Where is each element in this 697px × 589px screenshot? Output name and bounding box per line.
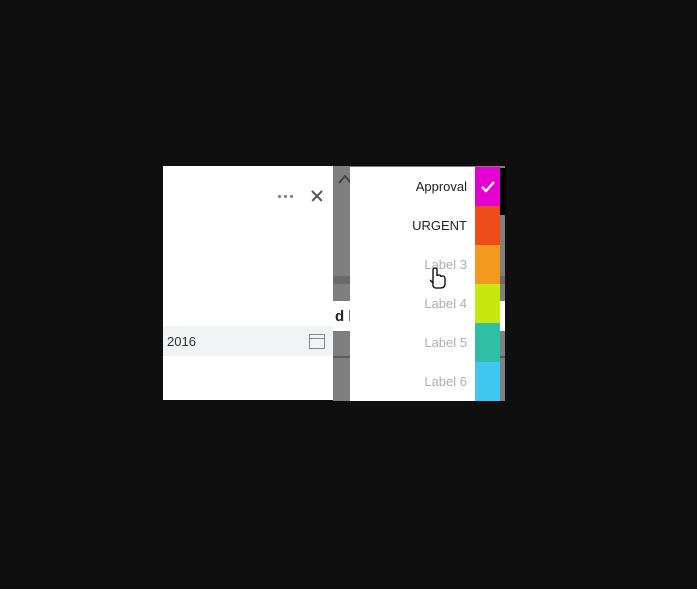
label-option-4[interactable]: Label 4 [350, 284, 475, 323]
label-option-3[interactable]: Label 3 [350, 245, 475, 284]
label-option-6[interactable]: Label 6 [350, 362, 475, 401]
calendar-icon [309, 334, 325, 349]
detail-panel: 2016 [163, 166, 333, 400]
label-swatch [475, 323, 500, 362]
label-swatch [475, 206, 500, 245]
label-swatch [475, 245, 500, 284]
label-option-text: URGENT [412, 218, 467, 233]
date-field[interactable]: 2016 [163, 326, 333, 356]
label-option-text: Label 3 [424, 257, 467, 272]
label-option-urgent[interactable]: URGENT [350, 206, 475, 245]
label-swatch [475, 284, 500, 323]
label-option-text: Approval [416, 179, 467, 194]
label-option-approval[interactable]: Approval [350, 167, 475, 206]
label-swatch [475, 167, 500, 206]
more-icon[interactable] [278, 195, 293, 198]
label-option-text: Label 4 [424, 296, 467, 311]
check-icon [481, 181, 495, 193]
label-option-text: Label 5 [424, 335, 467, 350]
close-icon[interactable] [311, 190, 323, 202]
label-option-5[interactable]: Label 5 [350, 323, 475, 362]
label-option-text: Label 6 [424, 374, 467, 389]
label-swatch [475, 362, 500, 401]
label-dropdown[interactable]: Approval URGENT Label 3 Label 4 Label 5 … [350, 167, 475, 401]
date-text: 2016 [167, 334, 196, 349]
